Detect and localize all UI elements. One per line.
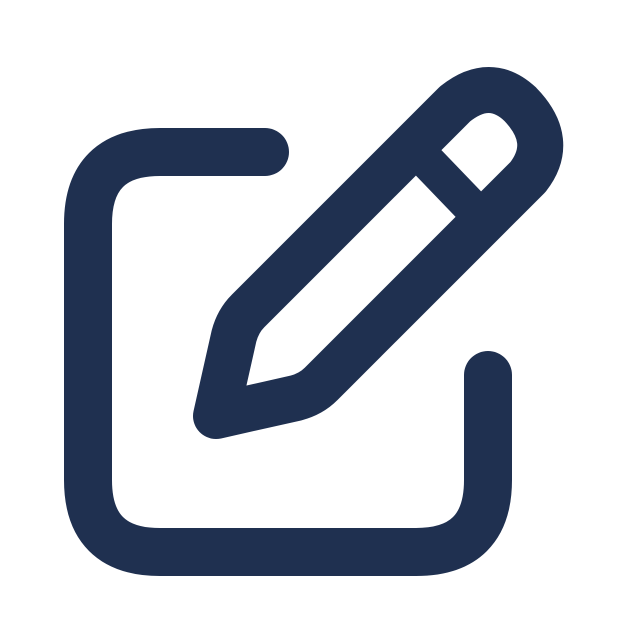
pencil-band xyxy=(411,145,487,223)
square-frame xyxy=(64,128,512,576)
edit-icon xyxy=(64,67,564,576)
icon-canvas xyxy=(0,0,640,640)
